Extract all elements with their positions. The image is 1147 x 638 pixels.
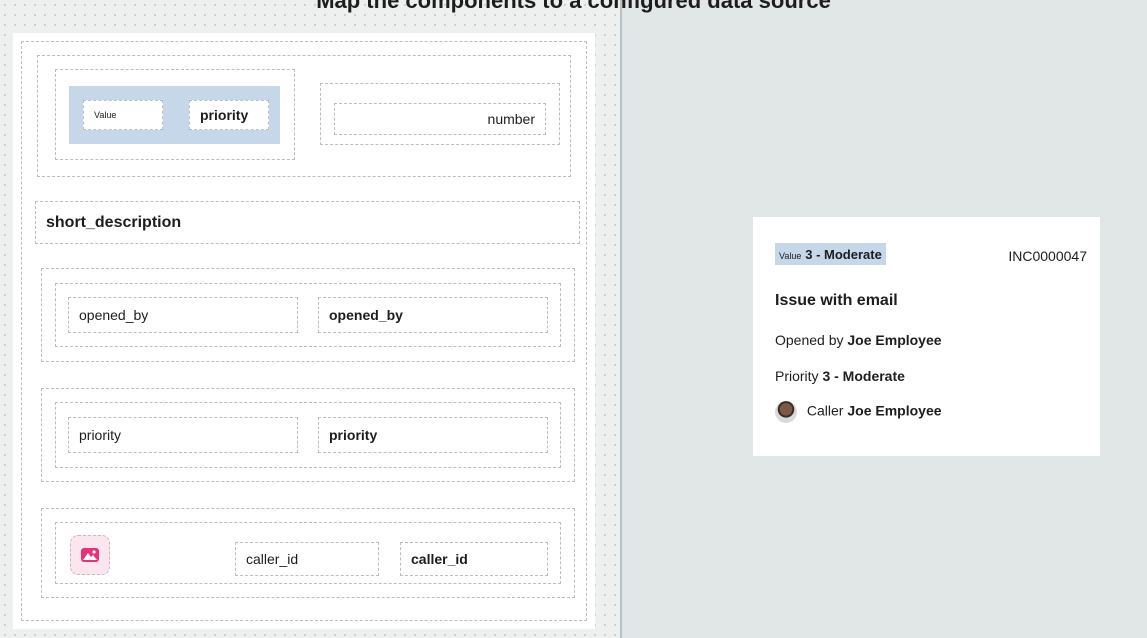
preview-priority-highlight: Value 3 - Moderate [775, 243, 886, 265]
value-label-slot[interactable]: Value [83, 100, 163, 130]
priority-field-slot[interactable]: priority [189, 100, 269, 130]
incident-preview-card: Value 3 - Moderate INC0000047 Issue with… [753, 217, 1100, 456]
preview-value-label: Value [779, 251, 802, 261]
preview-caller-label: Caller [806, 402, 844, 419]
priority-field-label: priority [200, 107, 249, 123]
caller-avatar-slot[interactable] [70, 535, 110, 575]
preview-number: INC0000047 [1008, 248, 1087, 264]
opened-by-label-slot[interactable]: opened_by [68, 297, 298, 333]
number-field-label: number [487, 111, 535, 127]
caller-label-slot[interactable]: caller_id [235, 542, 379, 576]
opened-by-value-slot[interactable]: opened_by [318, 297, 548, 333]
priority-label: priority [79, 427, 122, 443]
priority-label-slot[interactable]: priority [68, 417, 298, 453]
number-field-slot[interactable]: number [334, 103, 546, 135]
opened-by-value: opened_by [329, 307, 403, 323]
value-label: Value [94, 110, 117, 120]
preview-priority-label: Priority [775, 368, 819, 384]
image-icon [81, 548, 99, 562]
short-description-slot[interactable]: short_description [35, 201, 580, 244]
page-title: Map the components to a configured data … [316, 0, 831, 13]
preview-caller-value: Joe Employee [847, 402, 942, 419]
short-description-label: short_description [46, 213, 182, 231]
preview-priority-value-2: 3 - Moderate [822, 368, 905, 384]
caller-avatar [775, 401, 797, 423]
caller-label: caller_id [246, 551, 299, 567]
preview-priority-value: 3 - Moderate [805, 247, 882, 262]
priority-value: priority [329, 427, 378, 443]
caller-value-slot[interactable]: caller_id [400, 542, 548, 576]
component-builder: Value priority number short_description … [13, 33, 595, 629]
caller-value: caller_id [411, 551, 468, 567]
preview-short-description: Issue with email [775, 292, 898, 309]
preview-opened-by-value: Joe Employee [847, 332, 942, 348]
priority-value-slot[interactable]: priority [318, 417, 548, 453]
preview-caller: Caller Joe Employee [775, 401, 942, 423]
preview-opened-by-label: Opened by [775, 332, 844, 348]
opened-by-label: opened_by [79, 307, 149, 323]
preview-opened-by: Opened by Joe Employee [775, 332, 942, 348]
preview-priority: Priority 3 - Moderate [775, 368, 905, 384]
